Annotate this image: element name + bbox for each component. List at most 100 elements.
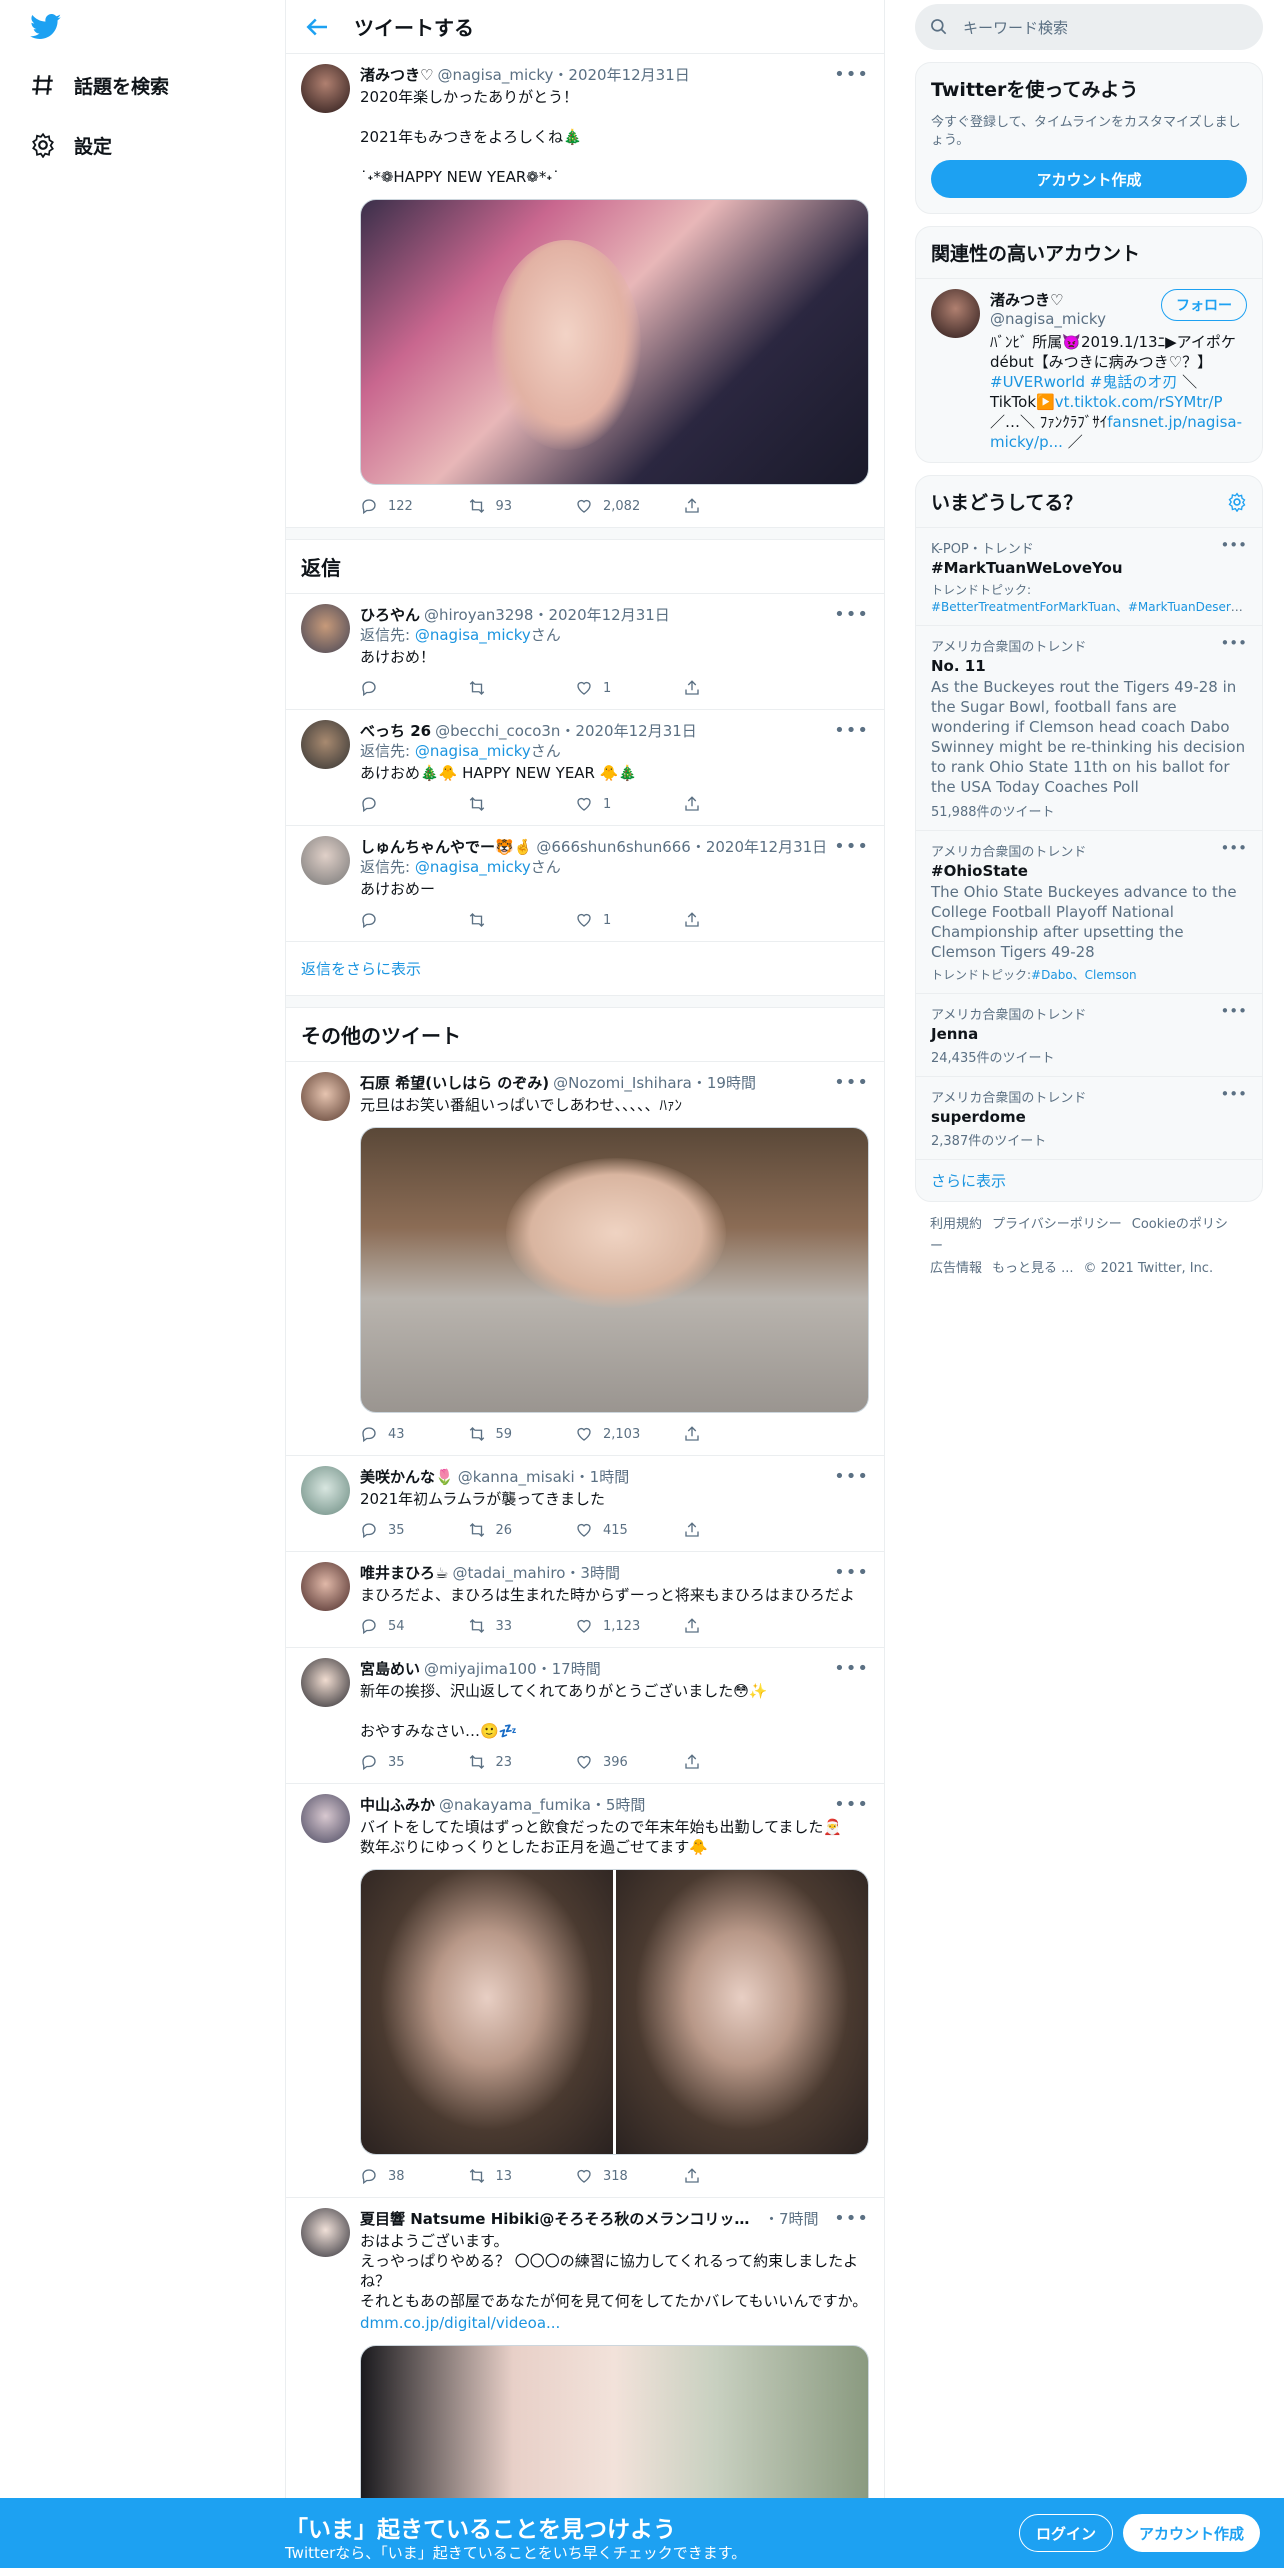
more-icon[interactable]: ••• xyxy=(1220,1085,1247,1103)
more-icon[interactable]: ••• xyxy=(834,836,869,857)
like-button[interactable]: 1,123 xyxy=(575,1617,683,1635)
share-button[interactable] xyxy=(683,911,791,929)
tweet-photo[interactable] xyxy=(360,1127,869,1413)
reply-button[interactable] xyxy=(360,795,468,813)
retweet-button[interactable]: 33 xyxy=(468,1617,576,1635)
nav-settings[interactable]: 設定 xyxy=(30,125,112,165)
other-tweet[interactable]: 唯井まひろ☕ @tadai_mahiro・3時間 まひろだよ、まひろは生まれた時か… xyxy=(286,1552,884,1648)
share-button[interactable] xyxy=(683,679,791,697)
reply-button[interactable] xyxy=(360,679,468,697)
reply-button[interactable]: 122 xyxy=(360,497,468,515)
retweet-button[interactable]: 93 xyxy=(468,497,576,515)
retweet-button[interactable] xyxy=(468,795,576,813)
retweet-button[interactable] xyxy=(468,911,576,929)
footer-link[interactable]: 広告情報 xyxy=(930,1261,982,1276)
author-name[interactable]: 夏目響 Natsume Hibiki@そろそろ秋のメランコリックから... xyxy=(360,2208,760,2229)
account-name[interactable]: 渚みつき♡ xyxy=(990,289,1106,310)
tweet-link[interactable]: dmm.co.jp/digital/videoa... xyxy=(360,2313,869,2333)
more-icon[interactable]: ••• xyxy=(1220,839,1247,857)
retweet-button[interactable] xyxy=(468,679,576,697)
account-row[interactable]: 渚みつき♡ @nagisa_micky フォロー ﾊﾞﾝﾋﾞ 所属👿2019.1… xyxy=(916,278,1262,462)
trend-topics[interactable]: #Dabo、Clemson xyxy=(1031,968,1137,982)
avatar[interactable] xyxy=(301,604,350,653)
trend-item[interactable]: アメリカ合衆国のトレンド superdome 2,387件のツイート ••• xyxy=(916,1076,1262,1159)
more-icon[interactable]: ••• xyxy=(834,604,869,625)
author-meta[interactable]: @kanna_misaki・1時間 xyxy=(458,1466,630,1487)
like-button[interactable]: 318 xyxy=(575,2167,683,2185)
other-tweet[interactable]: 石原 希望(いしはら のぞみ) @Nozomi_Ishihara・19時間 元旦は… xyxy=(286,1062,884,1456)
reply-button[interactable] xyxy=(360,911,468,929)
avatar[interactable] xyxy=(301,1794,350,1843)
author-meta[interactable]: @tadai_mahiro・3時間 xyxy=(452,1562,620,1583)
author-name[interactable]: しゅんちゃんやでー🐯🤞 xyxy=(360,836,532,857)
reply-tweet[interactable]: しゅんちゃんやでー🐯🤞 @666shun6shun666・2020年12月31日 … xyxy=(286,826,884,942)
account-handle[interactable]: @nagisa_micky xyxy=(990,310,1106,328)
show-more-trends-link[interactable]: さらに表示 xyxy=(916,1159,1262,1201)
author-name[interactable]: 渚みつき♡ xyxy=(360,64,433,85)
other-tweet[interactable]: 中山ふみか @nakayama_fumika・5時間 バイトをしてた頃はずっと飲食… xyxy=(286,1784,884,2198)
bio-link[interactable]: vt.tiktok.com/rSYMtr/P xyxy=(1055,393,1223,411)
avatar[interactable] xyxy=(301,836,350,885)
more-icon[interactable]: ••• xyxy=(834,1562,869,1583)
retweet-button[interactable]: 13 xyxy=(468,2167,576,2185)
retweet-button[interactable]: 26 xyxy=(468,1521,576,1539)
more-icon[interactable]: ••• xyxy=(834,2208,869,2229)
author-meta[interactable]: @miyajima100・17時間 xyxy=(424,1658,601,1679)
other-tweet[interactable]: 美咲かんな🌷 @kanna_misaki・1時間 2021年初ムラムラが襲ってきま… xyxy=(286,1456,884,1552)
author-name[interactable]: 唯井まひろ☕ xyxy=(360,1562,448,1583)
more-icon[interactable]: ••• xyxy=(834,720,869,741)
trend-item[interactable]: アメリカ合衆国のトレンド #OhioState The Ohio State B… xyxy=(916,830,1262,993)
like-button[interactable]: 1 xyxy=(575,679,683,697)
more-icon[interactable]: ••• xyxy=(1220,1002,1247,1020)
follow-button[interactable]: フォロー xyxy=(1161,289,1247,321)
share-button[interactable] xyxy=(683,795,791,813)
reply-button[interactable]: 35 xyxy=(360,1753,468,1771)
share-button[interactable] xyxy=(683,1753,791,1771)
reply-to-link[interactable]: @nagisa_micky xyxy=(415,858,531,876)
author-name[interactable]: べっち 26 xyxy=(360,720,431,741)
login-button[interactable]: ログイン xyxy=(1019,2514,1114,2552)
reply-button[interactable]: 43 xyxy=(360,1425,468,1443)
like-button[interactable]: 2,082 xyxy=(575,497,683,515)
like-button[interactable]: 415 xyxy=(575,1521,683,1539)
avatar[interactable] xyxy=(301,1658,350,1707)
search-input[interactable]: キーワード検索 xyxy=(915,4,1263,50)
avatar[interactable] xyxy=(301,64,350,113)
author-name[interactable]: 宮島めい xyxy=(360,1658,420,1679)
reply-button[interactable]: 54 xyxy=(360,1617,468,1635)
main-tweet[interactable]: 渚みつき♡ @nagisa_micky・2020年12月31日 2020年楽しかっ… xyxy=(286,54,884,528)
share-button[interactable] xyxy=(683,2167,791,2185)
reply-tweet[interactable]: べっち 26 @becchi_coco3n・2020年12月31日 返信先: @n… xyxy=(286,710,884,826)
tweet-photo[interactable] xyxy=(616,1870,868,2154)
avatar[interactable] xyxy=(301,2208,350,2257)
retweet-button[interactable]: 59 xyxy=(468,1425,576,1443)
author-meta[interactable]: @nagisa_micky・2020年12月31日 xyxy=(437,64,689,85)
reply-tweet[interactable]: ひろやん @hiroyan3298・2020年12月31日 返信先: @nagis… xyxy=(286,594,884,710)
more-icon[interactable]: ••• xyxy=(834,64,869,85)
trend-item[interactable]: アメリカ合衆国のトレンド Jenna 24,435件のツイート ••• xyxy=(916,993,1262,1076)
gear-icon[interactable] xyxy=(1227,492,1247,512)
author-meta[interactable]: @becchi_coco3n・2020年12月31日 xyxy=(435,720,697,741)
author-meta[interactable]: @Nozomi_Ishihara・19時間 xyxy=(553,1072,756,1093)
retweet-button[interactable]: 23 xyxy=(468,1753,576,1771)
author-name[interactable]: 石原 希望(いしはら のぞみ) xyxy=(360,1072,549,1093)
trend-item[interactable]: K-POP・トレンド #MarkTuanWeLoveYou トレンドトピック: … xyxy=(916,527,1262,625)
like-button[interactable]: 1 xyxy=(575,795,683,813)
more-icon[interactable]: ••• xyxy=(1220,536,1247,554)
tweet-photo[interactable] xyxy=(360,199,869,485)
author-name[interactable]: 中山ふみか xyxy=(360,1794,435,1815)
avatar[interactable] xyxy=(301,1466,350,1515)
footer-link[interactable]: プライバシーポリシー xyxy=(992,1217,1122,1232)
show-more-replies-link[interactable]: 返信をさらに表示 xyxy=(286,942,884,996)
reply-to-link[interactable]: @nagisa_micky xyxy=(415,742,531,760)
more-icon[interactable]: ••• xyxy=(834,1658,869,1679)
create-account-button[interactable]: アカウント作成 xyxy=(931,160,1247,198)
author-meta[interactable]: @666shun6shun666・2020年12月31日 xyxy=(536,836,827,857)
avatar[interactable] xyxy=(301,1072,350,1121)
trend-item[interactable]: アメリカ合衆国のトレンド No. 11 As the Buckeyes rout… xyxy=(916,625,1262,830)
twitter-logo-icon[interactable] xyxy=(30,14,62,40)
more-icon[interactable]: ••• xyxy=(834,1466,869,1487)
author-name[interactable]: 美咲かんな🌷 xyxy=(360,1466,454,1487)
more-icon[interactable]: ••• xyxy=(834,1072,869,1093)
reply-button[interactable]: 38 xyxy=(360,2167,468,2185)
